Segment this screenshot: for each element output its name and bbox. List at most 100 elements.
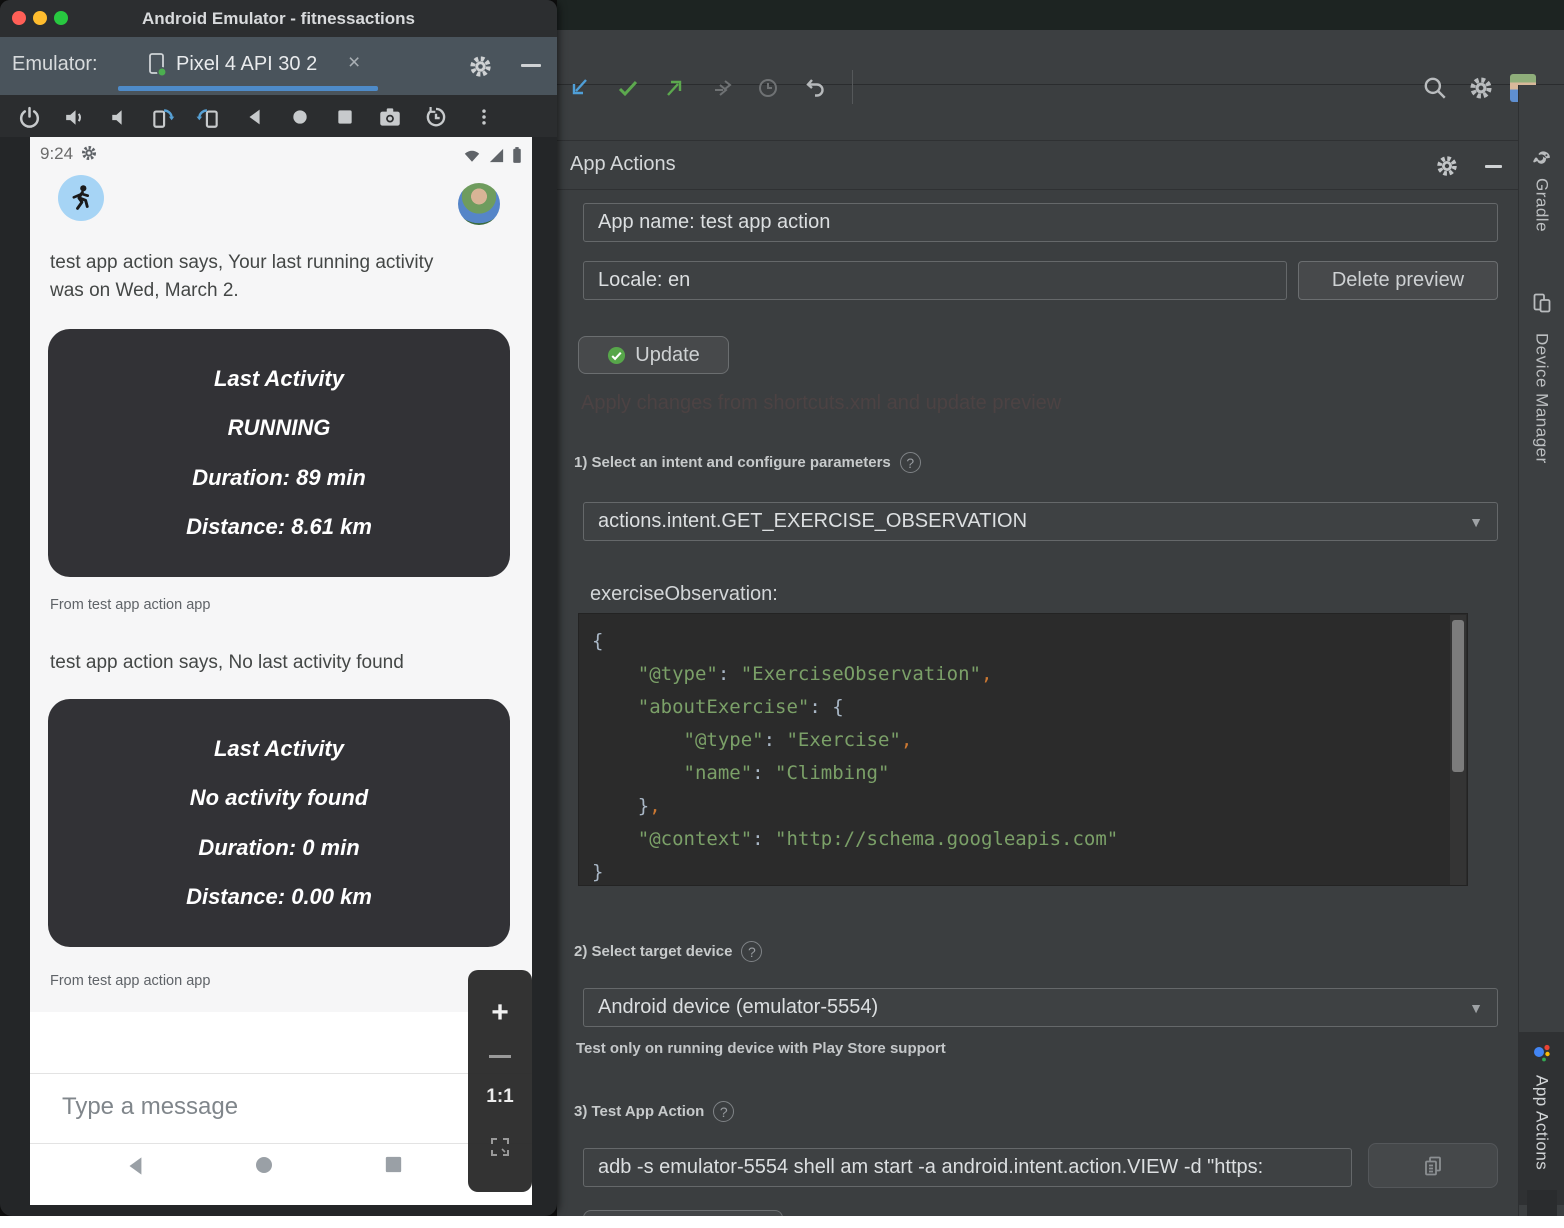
help-icon[interactable]: ?	[900, 452, 921, 473]
attach-debugger-icon[interactable]	[709, 74, 737, 102]
status-bar-icons	[463, 146, 522, 164]
divider	[30, 1073, 532, 1074]
close-tab-icon[interactable]: ×	[348, 51, 360, 75]
update-button[interactable]: Update	[578, 336, 729, 374]
help-icon[interactable]: ?	[741, 941, 762, 962]
minimize-window-button[interactable]	[33, 11, 47, 25]
activity-card: Last Activity RUNNING Duration: 89 min D…	[48, 329, 510, 577]
tool-window-tab-strip: Gradle Device Manager App Actions	[1518, 85, 1564, 1216]
intent-dropdown[interactable]: actions.intent.GET_EXERCISE_OBSERVATION …	[583, 502, 1498, 541]
rotate-left-icon[interactable]	[149, 103, 177, 131]
adb-command-value: adb -s emulator-5554 shell am start -a a…	[598, 1156, 1263, 1179]
phone-screen: 9:24 test app action says	[30, 137, 532, 1205]
runner-icon	[66, 183, 96, 213]
intent-parameter-editor[interactable]: { "@type": "ExerciseObservation", "about…	[578, 613, 1468, 886]
zoom-in-button[interactable]: +	[491, 998, 509, 1028]
zoom-fit-button[interactable]	[488, 1135, 512, 1164]
more-options-icon[interactable]	[470, 103, 498, 131]
strip-scroll-block	[1527, 1190, 1557, 1216]
rotate-right-icon[interactable]	[194, 103, 222, 131]
device-manager-icon	[1530, 291, 1554, 320]
card-source-label: From test app action app	[50, 597, 210, 613]
device-value: Android device (emulator-5554)	[598, 996, 878, 1019]
app-actions-panel-header: App Actions	[557, 140, 1518, 190]
android-studio-window: App Actions App name: test app action Lo…	[557, 0, 1564, 1216]
help-icon[interactable]: ?	[713, 1101, 734, 1122]
snapshot-restore-icon[interactable]	[422, 103, 450, 131]
search-icon[interactable]	[1421, 74, 1449, 102]
emulator-settings-gear-icon[interactable]	[468, 54, 493, 84]
app-name-field[interactable]: App name: test app action	[583, 203, 1498, 242]
chevron-down-icon: ▼	[1469, 1000, 1483, 1016]
android-emulator-window: Android Emulator - fitnessactions Emulat…	[0, 0, 557, 1216]
step-into-arrow-icon[interactable]	[565, 74, 593, 102]
settings-gear-icon[interactable]	[1467, 74, 1495, 102]
studio-main-toolbar	[557, 30, 1564, 85]
emulator-tab-bar: Emulator: Pixel 4 API 30 2 ×	[0, 37, 557, 95]
close-window-button[interactable]	[12, 11, 26, 25]
emulator-controls-toolbar	[0, 95, 557, 137]
signal-icon	[488, 147, 505, 164]
tab-gradle[interactable]: Gradle	[1532, 178, 1552, 232]
section2-label: 2) Select target device ?	[574, 941, 762, 962]
power-icon[interactable]	[15, 103, 43, 131]
window-title: Android Emulator - fitnessactions	[142, 9, 415, 29]
check-icon[interactable]	[614, 74, 642, 102]
code-lines: { "@type": "ExerciseObservation", "about…	[592, 625, 1467, 886]
panel-title: App Actions	[570, 153, 676, 176]
update-note: Apply changes from shortcuts.xml and upd…	[581, 392, 1061, 415]
tab-app-actions[interactable]: App Actions	[1532, 1075, 1552, 1170]
message-input[interactable]: Type a message	[62, 1093, 238, 1121]
back-icon[interactable]	[241, 103, 269, 131]
chevron-down-icon: ▼	[1469, 514, 1483, 530]
home-icon[interactable]	[286, 103, 314, 131]
status-bar-time: 9:24	[40, 144, 73, 164]
device-note: Test only on running device with Play St…	[576, 1040, 946, 1057]
assistant-icon	[1531, 1042, 1553, 1069]
android-back-button[interactable]	[123, 1153, 149, 1184]
tab-device-manager[interactable]: Device Manager	[1532, 333, 1552, 464]
delete-preview-button[interactable]: Delete preview	[1298, 261, 1498, 300]
zoom-1to1-button[interactable]: 1:1	[486, 1086, 513, 1108]
locale-field[interactable]: Locale: en	[583, 261, 1287, 300]
volume-down-icon[interactable]	[104, 103, 132, 131]
overview-icon[interactable]	[331, 103, 359, 131]
step-out-arrow-icon[interactable]	[661, 74, 689, 102]
active-tab-underline	[118, 86, 378, 91]
gradle-icon	[1530, 147, 1554, 176]
emulator-label: Emulator:	[12, 53, 98, 76]
code-scrollbar-thumb[interactable]	[1452, 620, 1464, 772]
panel-minimize-icon[interactable]	[1479, 152, 1507, 180]
wifi-icon	[463, 147, 481, 164]
card-source-label: From test app action app	[50, 973, 210, 989]
android-home-button[interactable]	[252, 1153, 276, 1182]
activity-card: Last Activity No activity found Duration…	[48, 699, 510, 947]
copy-command-button[interactable]	[1368, 1143, 1498, 1188]
desktop-bottom-strip	[0, 1216, 1564, 1228]
zoom-controls-panel: + 1:1	[468, 970, 532, 1192]
target-device-dropdown[interactable]: Android device (emulator-5554) ▼	[583, 988, 1498, 1027]
adb-command-field[interactable]: adb -s emulator-5554 shell am start -a a…	[583, 1148, 1352, 1187]
desktop: App Actions App name: test app action Lo…	[0, 0, 1564, 1228]
user-photo-avatar	[458, 183, 500, 225]
volume-up-icon[interactable]	[60, 103, 88, 131]
android-overview-button[interactable]	[382, 1153, 405, 1181]
app-avatar	[58, 175, 104, 221]
panel-gear-icon[interactable]	[1433, 152, 1461, 180]
locale-value: Locale: en	[598, 269, 690, 292]
screenshot-camera-icon[interactable]	[376, 103, 404, 131]
intent-value: actions.intent.GET_EXERCISE_OBSERVATION	[598, 510, 1027, 533]
maximize-window-button[interactable]	[54, 11, 68, 25]
undo-icon[interactable]	[801, 74, 829, 102]
device-tab[interactable]: Pixel 4 API 30 2	[176, 53, 317, 76]
param-label: exerciseObservation:	[590, 583, 778, 606]
emulator-titlebar: Android Emulator - fitnessactions	[0, 0, 557, 37]
virtual-device-icon	[146, 52, 170, 83]
history-clock-icon[interactable]	[754, 74, 782, 102]
copy-icon	[1421, 1154, 1445, 1178]
emulator-minimize-icon[interactable]	[521, 64, 541, 67]
status-gear-icon	[80, 144, 98, 167]
chat-message: test app action says, No last activity f…	[50, 649, 480, 677]
section3-label: 3) Test App Action ?	[574, 1101, 734, 1122]
zoom-out-button[interactable]	[489, 1055, 511, 1058]
